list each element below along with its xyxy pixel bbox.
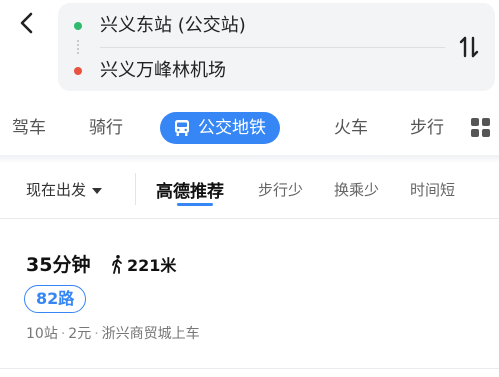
- separator: [0, 218, 499, 219]
- depart-label: 现在出发: [26, 181, 87, 199]
- tabs-shadow: [0, 155, 499, 163]
- filter-shortest-time[interactable]: 时间短: [410, 179, 455, 200]
- grid-menu-icon[interactable]: [471, 118, 491, 138]
- tab-drive[interactable]: 驾车: [12, 112, 46, 144]
- caret-down-icon: [92, 187, 103, 194]
- active-filter-indicator: [177, 203, 213, 206]
- walk-info: 221米: [110, 252, 176, 276]
- filter-fewer-transfers[interactable]: 换乘少: [334, 179, 379, 200]
- walk-distance: 221米: [127, 256, 177, 275]
- back-button[interactable]: [14, 8, 40, 38]
- origin-dot-icon: [74, 22, 82, 30]
- stop-count: 10站: [26, 326, 58, 342]
- boarding-stop: 浙兴商贸城上车: [101, 326, 200, 342]
- meta-separator: ·: [94, 326, 99, 342]
- destination-dot-icon: [74, 67, 82, 75]
- bus-line-badge: 82路: [24, 285, 87, 313]
- depart-time-selector[interactable]: 现在出发: [26, 179, 103, 200]
- transport-mode-tabs: 驾车 骑行 公交地铁 火车 步行: [0, 100, 499, 156]
- route-duration: 35分钟: [26, 254, 91, 276]
- destination-text: 兴义万峰林机场: [100, 60, 226, 81]
- origin-text: 兴义东站 (公交站): [100, 15, 246, 36]
- swap-button[interactable]: [455, 33, 483, 61]
- route-meta: 10站 · 2元 · 浙兴商贸城上车: [26, 323, 200, 343]
- route-connector: [77, 40, 79, 54]
- route-input-card: 兴义东站 (公交站) 兴义万峰林机场: [58, 3, 495, 91]
- bus-icon: [175, 120, 189, 136]
- tab-walk[interactable]: 步行: [410, 112, 444, 144]
- filter-row: 现在出发 高德推荐 步行少 换乘少 时间短: [0, 165, 499, 219]
- tab-transit[interactable]: 公交地铁: [160, 112, 280, 144]
- meta-separator: ·: [60, 326, 66, 342]
- walking-person-icon: [112, 255, 122, 274]
- separator: [0, 368, 499, 369]
- tab-train[interactable]: 火车: [334, 112, 368, 144]
- filter-less-walking[interactable]: 步行少: [258, 179, 303, 200]
- back-arrow-icon: [20, 12, 33, 34]
- fare: 2元: [68, 326, 92, 342]
- filter-recommended[interactable]: 高德推荐: [156, 177, 224, 202]
- route-divider: [100, 47, 445, 48]
- swap-icon: [459, 36, 479, 58]
- tab-bike[interactable]: 骑行: [89, 112, 123, 144]
- route-result-card[interactable]: 35分钟 221米 82路 10站 · 2元 · 浙兴商贸城上车: [0, 230, 499, 360]
- filter-divider: [135, 173, 136, 205]
- tab-transit-label: 公交地铁: [198, 118, 266, 138]
